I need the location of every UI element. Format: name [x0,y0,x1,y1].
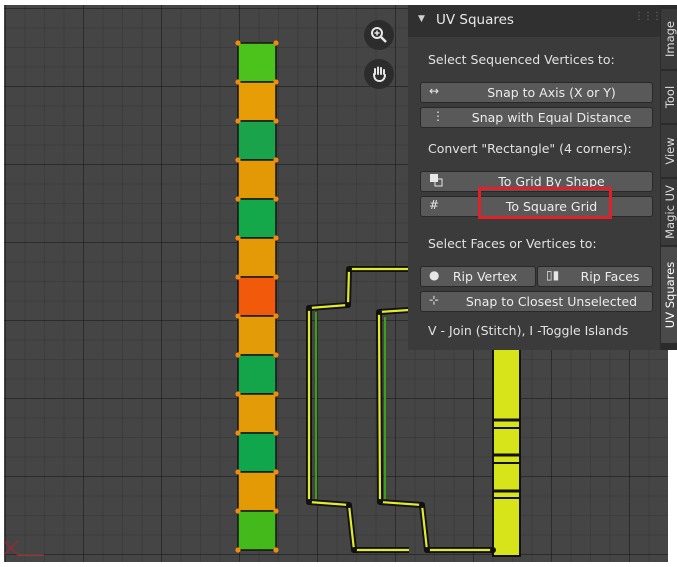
hand-pan-icon[interactable] [364,59,394,89]
uv-face-square[interactable] [237,81,277,122]
uv-face-square[interactable] [237,159,277,200]
section-rectangle-label: Convert "Rectangle" (4 corners): [428,141,632,156]
uv-face-square[interactable] [237,276,277,317]
snap-closest-unselected-button[interactable]: ⊹ Snap to Closest Unselected [420,291,653,312]
uv-vertex[interactable] [273,235,279,241]
rip-vertex-button[interactable]: ● Rip Vertex [420,266,536,287]
uv-vertex[interactable] [235,352,241,358]
rip-faces-button[interactable]: ▯▮ Rip Faces [537,266,653,287]
uv-vertex[interactable] [235,391,241,397]
snap-to-axis-button[interactable]: ↔ Snap to Axis (X or Y) [420,82,653,103]
panel-header[interactable]: ▼ UV Squares ⋮⋮⋮⋮ [408,5,671,37]
zoom-in-icon[interactable] [364,20,394,50]
tab-tool[interactable]: Tool [661,71,677,123]
uv-vertex[interactable] [235,118,241,124]
uv-vertex[interactable] [235,40,241,46]
uv-face-square[interactable] [237,42,277,83]
shortcut-hint: V - Join (Stitch), I -Toggle Islands [428,323,629,338]
tab-uv-squares[interactable]: UV Squares [661,247,677,343]
rip-faces-label: Rip Faces [580,269,640,284]
tab-magic-uv[interactable]: Magic UV [661,179,677,245]
tab-magic-uv-label: Magic UV [662,185,677,239]
uv-face-square[interactable] [237,315,277,356]
uv-face-square[interactable] [237,510,277,551]
collapse-triangle-icon[interactable]: ▼ [418,14,425,24]
uv-face-square[interactable] [237,198,277,239]
uv-face-square[interactable] [237,237,277,278]
uv-vertex[interactable] [273,352,279,358]
square-grid-highlight-box [478,187,612,219]
tab-image-label: Image [662,20,677,58]
uv-face-square[interactable] [237,432,277,473]
uv-vertex[interactable] [235,508,241,514]
uv-vertex[interactable] [273,391,279,397]
uv-vertex[interactable] [273,79,279,85]
uv-vertex[interactable] [235,196,241,202]
section-faces-label: Select Faces or Vertices to: [428,236,597,251]
uv-vertex[interactable] [273,430,279,436]
sidebar-tabs: Image Tool View Magic UV UV Squares [660,5,677,350]
uv-vertex[interactable] [273,274,279,280]
uv-vertex[interactable] [235,79,241,85]
snap-closest-unselected-label: Snap to Closest Unselected [465,294,638,309]
uv-vertex[interactable] [273,313,279,319]
uv-face-square[interactable] [237,471,277,512]
uv-vertex[interactable] [273,196,279,202]
uv-face-square[interactable] [237,354,277,395]
uv-vertex[interactable] [235,274,241,280]
uv-vertex[interactable] [273,157,279,163]
tab-view-label: View [662,137,677,165]
tab-tool-label: Tool [662,85,677,109]
uv-vertex[interactable] [235,313,241,319]
snap-to-axis-label: Snap to Axis (X or Y) [487,85,616,100]
tab-view[interactable]: View [661,125,677,177]
snap-equal-distance-button[interactable]: ⋮ Snap with Equal Distance [420,107,653,128]
uv-vertex[interactable] [273,40,279,46]
uv-vertex[interactable] [273,469,279,475]
panel-title: UV Squares [436,12,514,28]
snap-equal-distance-label: Snap with Equal Distance [471,110,632,125]
uv-editor: ▼ UV Squares ⋮⋮⋮⋮ Select Sequenced Verti… [0,0,677,567]
tab-image[interactable]: Image [661,9,677,69]
uv-vertex[interactable] [235,235,241,241]
uv-vertex[interactable] [273,118,279,124]
axis-gizmo [4,540,44,556]
uv-vertex[interactable] [235,547,241,553]
tab-uv-squares-label: UV Squares [662,261,677,329]
uv-face-square[interactable] [237,393,277,434]
uv-squares-panel: ▼ UV Squares ⋮⋮⋮⋮ Select Sequenced Verti… [408,5,671,350]
uv-square-column [235,40,279,553]
uv-face-square[interactable] [237,120,277,161]
uv-vertex[interactable] [235,157,241,163]
rip-vertex-label: Rip Vertex [452,269,518,284]
uv-vertex[interactable] [273,508,279,514]
section-sequenced-label: Select Sequenced Vertices to: [428,52,615,67]
uv-vertex[interactable] [273,547,279,553]
uv-vertex[interactable] [235,430,241,436]
uv-vertex[interactable] [235,469,241,475]
